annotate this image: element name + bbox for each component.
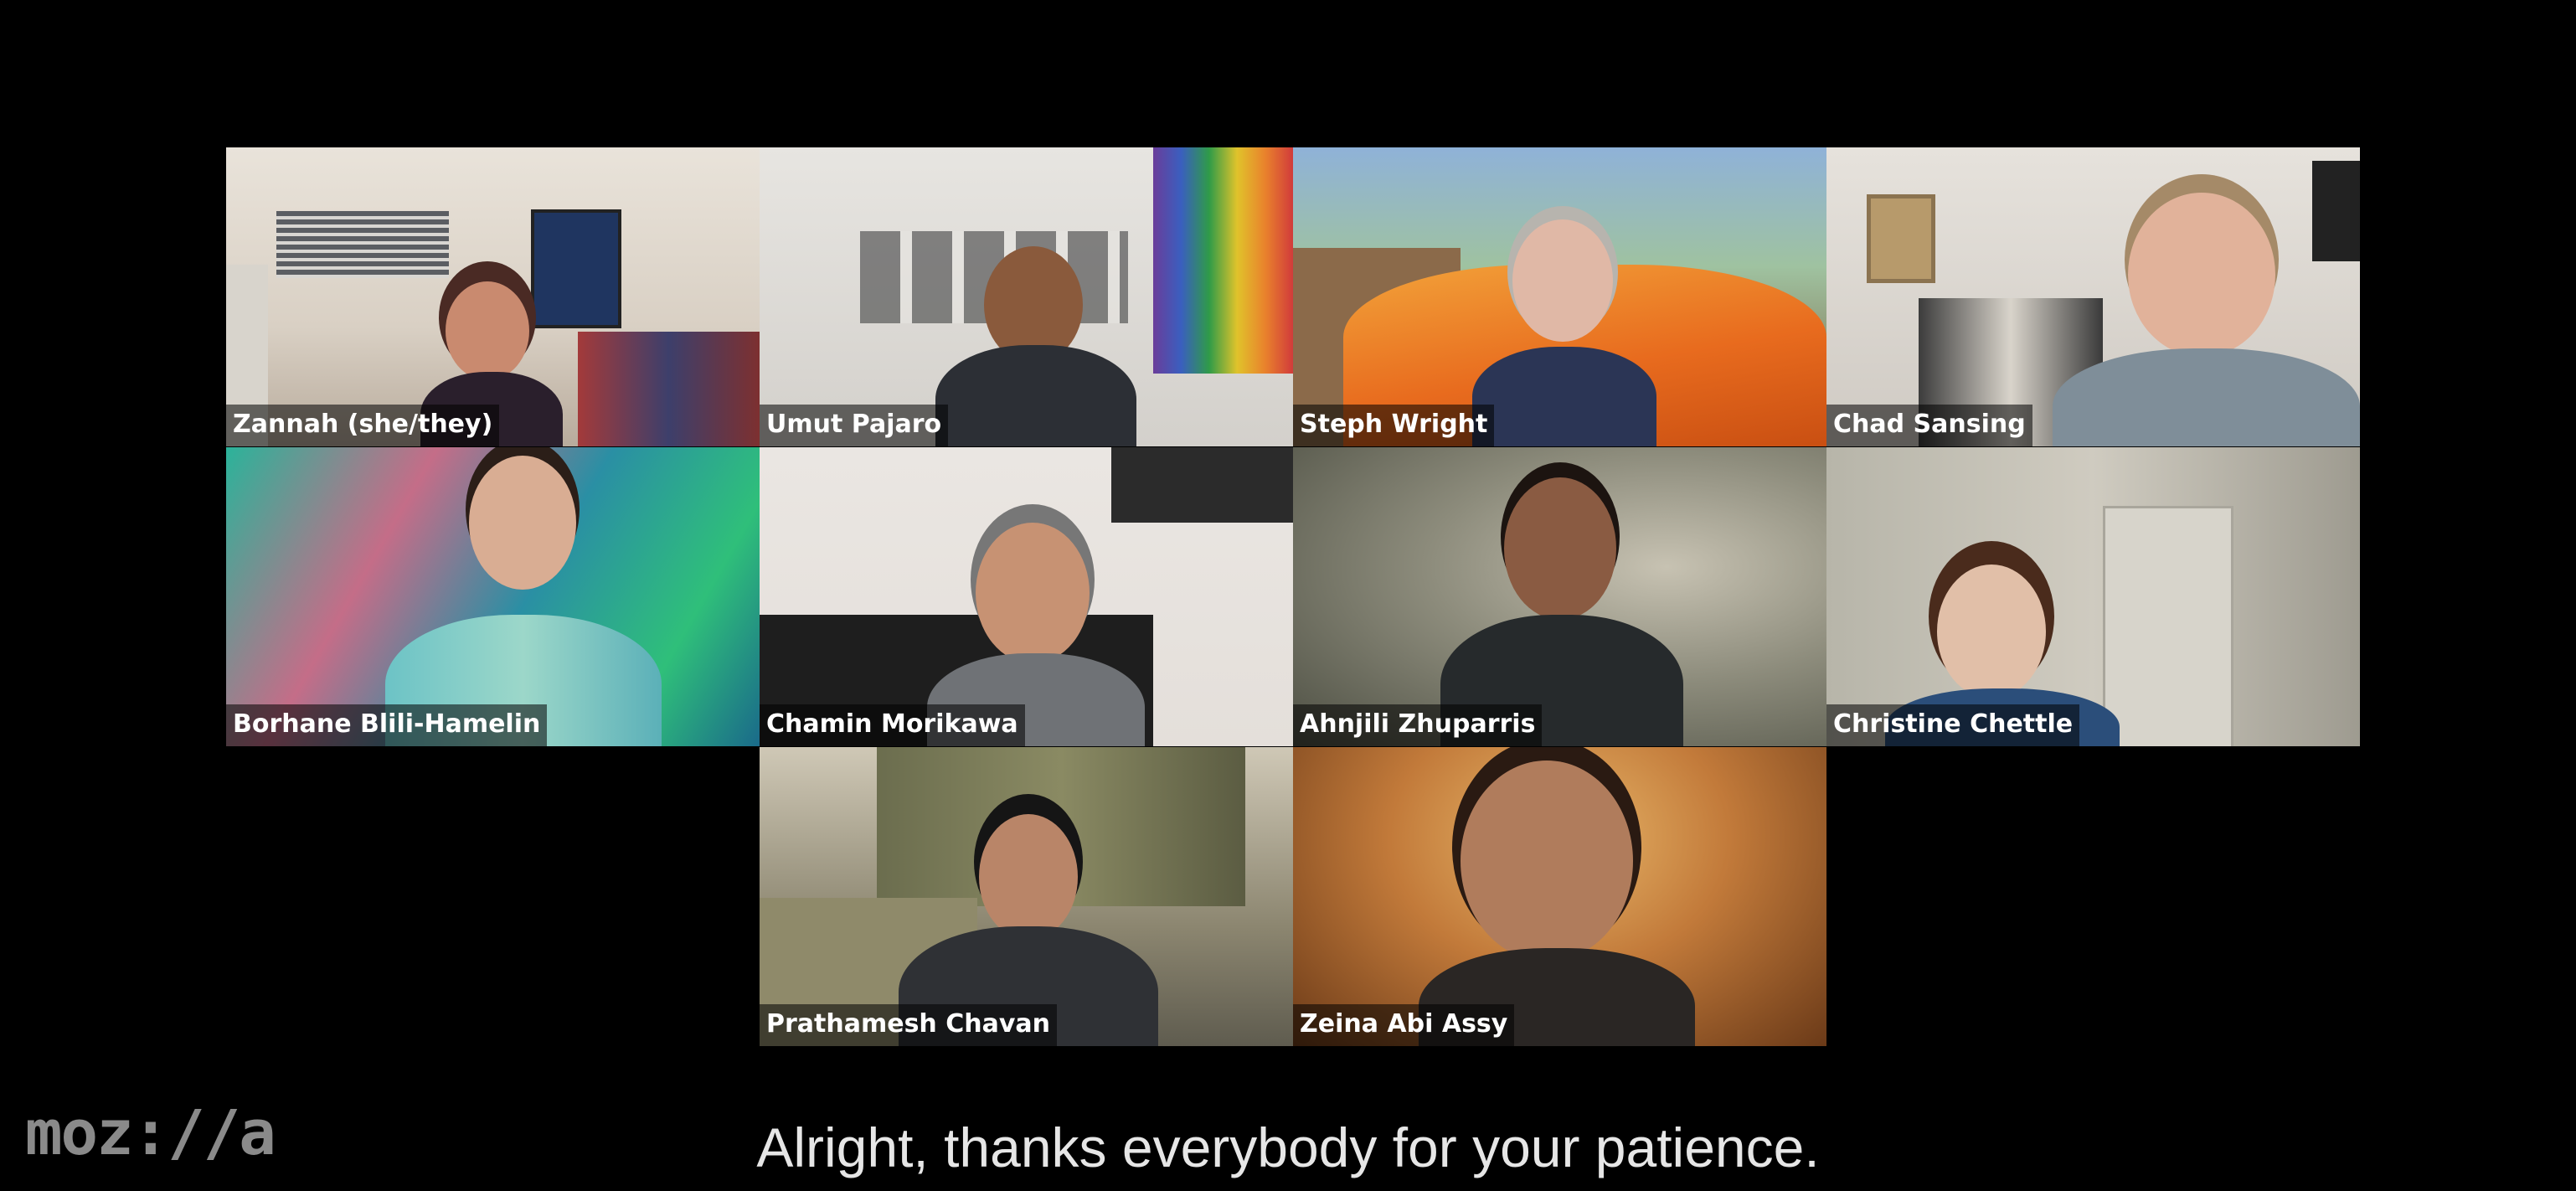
participant-name-label: Prathamesh Chavan xyxy=(760,1004,1058,1046)
participant-body xyxy=(1472,347,1656,446)
participant-avatar xyxy=(1504,477,1616,620)
participant-name-label: Umut Pajaro xyxy=(760,405,949,446)
participant-tile[interactable]: Chamin Morikawa xyxy=(760,447,1293,746)
video-call-stage: Zannah (she/they) Umut Pajaro Steph Wrig… xyxy=(0,0,2576,1191)
participant-avatar xyxy=(1937,565,2046,699)
participant-avatar xyxy=(469,456,576,590)
wall-picture xyxy=(1111,447,1293,523)
poster xyxy=(2312,161,2360,261)
participant-tile[interactable]: Zeina Abi Assy xyxy=(1293,747,1826,1046)
participant-tile[interactable]: Zannah (she/they) xyxy=(226,147,760,446)
door xyxy=(2103,506,2233,746)
participant-avatar xyxy=(2128,193,2275,357)
participant-name-label: Zannah (she/they) xyxy=(226,405,500,446)
participant-tile[interactable]: Ahnjili Zhuparris xyxy=(1293,447,1826,746)
participant-name-label: Ahnjili Zhuparris xyxy=(1293,704,1543,746)
subtitle-caption: Alright, thanks everybody for your patie… xyxy=(756,1116,1820,1178)
window-blinds xyxy=(276,211,449,278)
participant-avatar xyxy=(976,523,1090,663)
participant-name-label: Christine Chettle xyxy=(1826,704,2080,746)
participant-name-label: Chamin Morikawa xyxy=(760,704,1025,746)
participant-name-label: Steph Wright xyxy=(1293,405,1495,446)
participant-name-label: Zeina Abi Assy xyxy=(1293,1004,1515,1046)
participant-tile[interactable]: Prathamesh Chavan xyxy=(760,747,1293,1046)
participant-avatar xyxy=(979,814,1078,940)
participant-tile[interactable]: Chad Sansing xyxy=(1826,147,2360,446)
participant-tile[interactable]: Borhane Blili-Hamelin xyxy=(226,447,760,746)
rainbow-flag xyxy=(1153,147,1293,374)
participant-avatar xyxy=(1512,219,1613,342)
participant-tile[interactable]: Christine Chettle xyxy=(1826,447,2360,746)
wall-art xyxy=(531,209,621,328)
couch-cushions xyxy=(578,332,760,446)
participant-name-label: Chad Sansing xyxy=(1826,405,2032,446)
wall-frame xyxy=(1867,194,1935,283)
participant-tile[interactable]: Steph Wright xyxy=(1293,147,1826,446)
participant-grid: Zannah (she/they) Umut Pajaro Steph Wrig… xyxy=(226,147,2362,1047)
participant-body xyxy=(2053,348,2360,446)
participant-tile[interactable]: Umut Pajaro xyxy=(760,147,1293,446)
participant-name-label: Borhane Blili-Hamelin xyxy=(226,704,548,746)
participant-avatar xyxy=(1461,760,1633,962)
participant-body xyxy=(935,345,1136,446)
participant-avatar xyxy=(446,281,529,380)
